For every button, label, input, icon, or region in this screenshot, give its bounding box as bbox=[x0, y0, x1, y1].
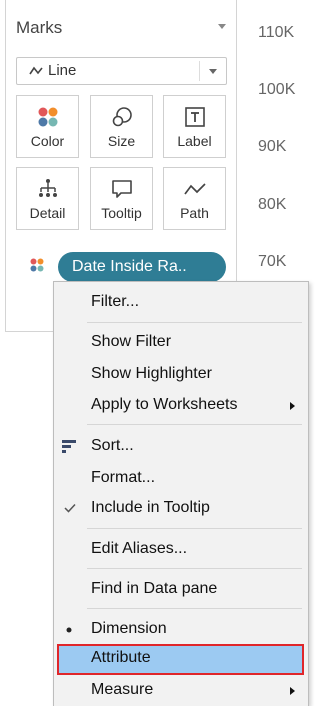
menu-item-label: Show Highlighter bbox=[91, 365, 212, 382]
mark-type-label: Line bbox=[48, 62, 77, 79]
path-line-icon bbox=[183, 183, 206, 195]
tooltip-bubble-icon bbox=[111, 180, 132, 198]
path-button[interactable]: Path bbox=[163, 167, 226, 230]
menu-item-filter[interactable]: Filter... bbox=[54, 288, 308, 318]
menu-item-label: Format... bbox=[91, 469, 156, 486]
chevron-down-icon[interactable] bbox=[209, 69, 217, 74]
marks-menu-chevron-icon[interactable] bbox=[218, 24, 226, 29]
path-label: Path bbox=[180, 205, 209, 221]
line-mark-icon bbox=[29, 66, 43, 75]
size-button[interactable]: Size bbox=[90, 95, 153, 158]
menu-item-label: Apply to Worksheets bbox=[91, 396, 238, 413]
menu-item-apply-to-worksheets[interactable]: Apply to Worksheets bbox=[54, 391, 308, 421]
axis-tick-label: 70K bbox=[258, 253, 287, 270]
marks-title: Marks bbox=[16, 18, 63, 37]
menu-separator bbox=[87, 568, 302, 569]
menu-item-label: Dimension bbox=[91, 620, 167, 637]
menu-item-label: Include in Tooltip bbox=[91, 499, 210, 516]
submenu-arrow-icon bbox=[290, 402, 295, 410]
menu-item-dimension[interactable]: Dimension bbox=[54, 615, 308, 645]
label-button[interactable]: Label bbox=[163, 95, 226, 158]
menu-item-label: Filter... bbox=[91, 293, 140, 310]
tooltip-label: Tooltip bbox=[101, 205, 142, 221]
menu-separator bbox=[87, 528, 302, 529]
menu-separator bbox=[87, 608, 302, 609]
size-rings-icon bbox=[112, 107, 132, 127]
menu-item-format[interactable]: Format... bbox=[54, 464, 308, 494]
menu-separator bbox=[87, 322, 302, 323]
axis-tick-label: 90K bbox=[258, 138, 287, 155]
menu-item-label: Find in Data pane bbox=[91, 580, 218, 597]
axis-tick-label: 80K bbox=[258, 196, 287, 213]
menu-item-edit-aliases[interactable]: Edit Aliases... bbox=[54, 535, 308, 565]
dropdown-divider bbox=[199, 61, 200, 81]
axis-tick-label: 110K bbox=[258, 24, 295, 41]
menu-item-find-in-data-pane[interactable]: Find in Data pane bbox=[54, 575, 308, 605]
context-menu: Filter... Show Filter Show Highlighter A… bbox=[53, 281, 309, 706]
color-dots-icon bbox=[38, 107, 57, 127]
detail-tree-icon bbox=[38, 179, 57, 197]
field-pill-date-inside-range[interactable]: Date Inside Ra.. bbox=[58, 252, 226, 282]
menu-item-show-filter[interactable]: Show Filter bbox=[54, 328, 308, 358]
menu-item-include-in-tooltip[interactable]: Include in Tooltip bbox=[54, 494, 308, 524]
detail-button[interactable]: Detail bbox=[16, 167, 79, 230]
mark-type-dropdown[interactable]: Line bbox=[16, 57, 227, 85]
color-dots-icon bbox=[30, 258, 44, 272]
menu-separator bbox=[87, 424, 302, 425]
menu-item-attribute[interactable]: Attribute bbox=[57, 644, 304, 675]
menu-item-show-highlighter[interactable]: Show Highlighter bbox=[54, 360, 308, 390]
tooltip-button[interactable]: Tooltip bbox=[90, 167, 153, 230]
menu-item-label: Attribute bbox=[91, 649, 151, 666]
size-label: Size bbox=[107, 133, 136, 149]
menu-item-label: Edit Aliases... bbox=[91, 540, 188, 557]
label-label: Label bbox=[177, 133, 212, 149]
menu-item-label: Sort... bbox=[91, 437, 134, 454]
submenu-arrow-icon bbox=[290, 687, 295, 695]
sort-icon bbox=[62, 440, 76, 453]
menu-item-label: Measure bbox=[91, 681, 154, 698]
menu-item-label: Show Filter bbox=[91, 333, 172, 350]
label-t-icon bbox=[184, 107, 205, 127]
checkmark-icon bbox=[64, 503, 76, 513]
menu-item-sort[interactable]: Sort... bbox=[54, 432, 308, 462]
menu-item-measure[interactable]: Measure bbox=[54, 676, 308, 706]
axis-tick-label: 100K bbox=[258, 81, 296, 98]
bullet-dot-icon bbox=[66, 627, 72, 633]
color-button[interactable]: Color bbox=[16, 95, 79, 158]
detail-label: Detail bbox=[29, 205, 66, 221]
color-label: Color bbox=[30, 133, 65, 149]
